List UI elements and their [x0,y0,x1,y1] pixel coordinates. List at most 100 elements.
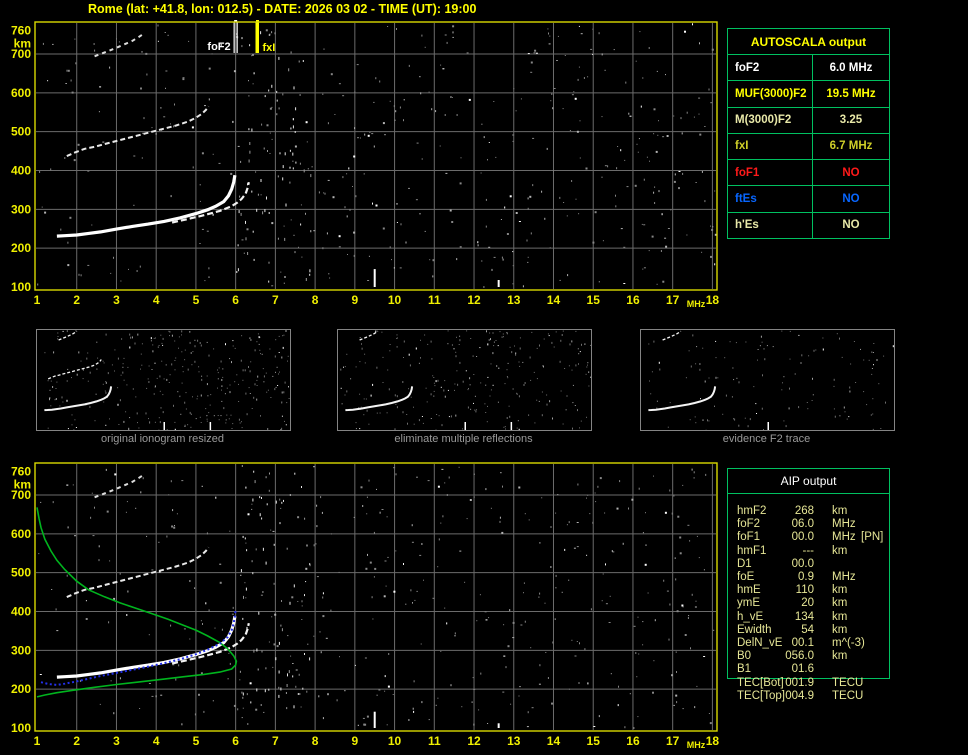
page-title: Rome (lat: +41.8, lon: 012.5) - DATE: 20… [88,2,477,16]
table-row: fxI 6.7 MHz [728,132,889,160]
aip-row: hmE 110 km [728,584,891,597]
autoscala-row-value: 19.5 MHz [826,87,876,100]
table-row: foF1 NO [728,159,889,186]
aip-row: h_vE 134 km [728,611,891,624]
autoscala-row-label: M(3000)F2 [728,107,813,133]
thumbnail-evidence-f2-trace [640,329,895,431]
autoscala-row-value: NO [842,193,860,206]
svg-text:3: 3 [113,734,120,748]
thumbnail-original-ionogram [36,329,291,431]
aip-row: hmF2 268 km [728,505,891,518]
svg-text:400: 400 [11,605,31,619]
autoscala-row-label: fxI [728,133,813,160]
aip-parameter-value: 110 [795,584,814,597]
svg-text:1: 1 [34,734,41,748]
svg-text:18: 18 [706,293,720,307]
svg-text:1: 1 [34,293,41,307]
thumbnail-caption: eliminate multiple reflections [394,433,533,445]
svg-text:11: 11 [428,734,441,748]
aip-parameter-name: Ewidth [737,623,772,636]
aip-row: B1 01.6 [728,663,891,676]
svg-text:15: 15 [587,293,601,307]
aip-parameter-unit: km [832,650,848,663]
svg-text:300: 300 [11,643,31,657]
svg-text:15: 15 [587,734,601,748]
aip-parameter-value: --- [802,544,815,557]
svg-text:16: 16 [626,734,640,748]
autoscala-row-label: foF2 [728,55,813,81]
aip-parameter-name: foE [737,571,755,583]
svg-text:14: 14 [547,734,561,748]
autoscala-table-title: AUTOSCALA output [750,34,867,49]
aip-parameter-name: foF1 [737,531,761,544]
svg-text:600: 600 [11,86,31,100]
autoscala-screen: Rome (lat: +41.8, lon: 012.5) - DATE: 20… [0,0,968,755]
svg-text:17: 17 [666,734,680,748]
svg-text:4: 4 [153,734,160,748]
aip-parameter-value: 134 [794,610,814,623]
aip-parameter-unit: TECU [832,689,864,702]
aip-parameter-value: 54 [801,623,814,636]
autoscala-row-value: 3.25 [839,114,863,127]
autoscala-row-label: ftEs [728,186,813,212]
svg-text:100: 100 [11,280,31,294]
aip-row: hmF1 --- km [728,545,891,558]
autoscala-row-value: NO [842,219,860,232]
aip-row: TEC[Bot] 001.9 TECU [728,677,891,690]
aip-parameter-unit: m^(-3) [832,637,865,649]
autoscala-row-value: 6.7 MHz [829,140,873,153]
table-row: M(3000)F2 3.25 [728,106,889,133]
autoscala-row-label: h'Es [728,212,813,238]
svg-text:7: 7 [272,734,279,748]
ionogram-top-plot: foF2 fxI1 2 3 4 5 6 7 8 9 10 11 12 13 14 15 16 17 18MHz760… [11,20,720,309]
svg-text:km: km [14,37,31,51]
aip-parameter-name: ymE [737,597,760,610]
aip-row: foF2 06.0 MHz [728,518,891,531]
svg-text:400: 400 [11,164,31,178]
aip-parameter-name: hmF1 [737,544,767,557]
aip-row: Ewidth 54 km [728,624,891,637]
svg-text:3: 3 [113,293,120,307]
thumbnail-eliminate-reflections-image [340,330,591,430]
svg-text:9: 9 [351,734,358,748]
aip-parameter-name: D1 [737,557,752,570]
aip-parameter-unit: km [832,623,848,636]
aip-row: foF1 00.0 MHz [PN] [728,531,891,544]
aip-row: ymE 20 km [728,597,891,610]
aip-parameter-value: 056.0 [785,650,814,663]
aip-row: D1 00.0 [728,558,891,571]
svg-text:foF2: foF2 [207,41,230,53]
aip-parameter-name: h_vE [737,610,764,623]
svg-text:13: 13 [507,293,521,307]
svg-text:600: 600 [11,527,31,541]
svg-text:MHz: MHz [687,299,706,309]
aip-row: B0 056.0 km [728,650,891,663]
svg-text:200: 200 [11,241,31,255]
aip-parameter-note: [PN] [861,531,884,544]
aip-parameter-value: 001.9 [785,676,814,689]
aip-parameter-unit: km [832,610,848,623]
aip-output-table: AIP output hmF2 268 km foF2 06.0 MHz foF1 00.0 M… [727,468,891,702]
thumbnail-evidence-f2-trace-image [648,330,894,430]
ionogram-bottom-plot: 1 2 3 4 5 6 7 8 9 10 11 12 13 14 15 16 17 18MHz7607006005… [11,462,719,750]
autoscala-output-table: AUTOSCALA output foF2 6.0 MHz MUF(3000)F… [727,28,890,239]
svg-text:8: 8 [312,734,319,748]
aip-parameter-value: 00.0 [791,531,814,544]
svg-text:4: 4 [153,293,160,307]
aip-parameter-unit: km [832,584,848,597]
aip-parameter-value: 00.0 [791,557,814,570]
thumbnail-eliminate-reflections [337,329,592,431]
svg-text:100: 100 [11,721,31,735]
svg-text:MHz: MHz [687,740,706,750]
svg-text:500: 500 [11,566,31,580]
svg-text:12: 12 [467,734,481,748]
svg-text:13: 13 [507,734,521,748]
svg-text:5: 5 [193,734,200,748]
aip-table-title: AIP output [728,469,889,494]
aip-parameter-unit: MHz [832,518,856,531]
svg-text:5: 5 [193,293,200,307]
aip-row: foE 0.9 MHz [728,571,891,584]
aip-parameter-unit: km [832,597,848,610]
aip-parameter-name: foF2 [737,518,761,531]
aip-parameter-value: 004.9 [785,689,814,702]
